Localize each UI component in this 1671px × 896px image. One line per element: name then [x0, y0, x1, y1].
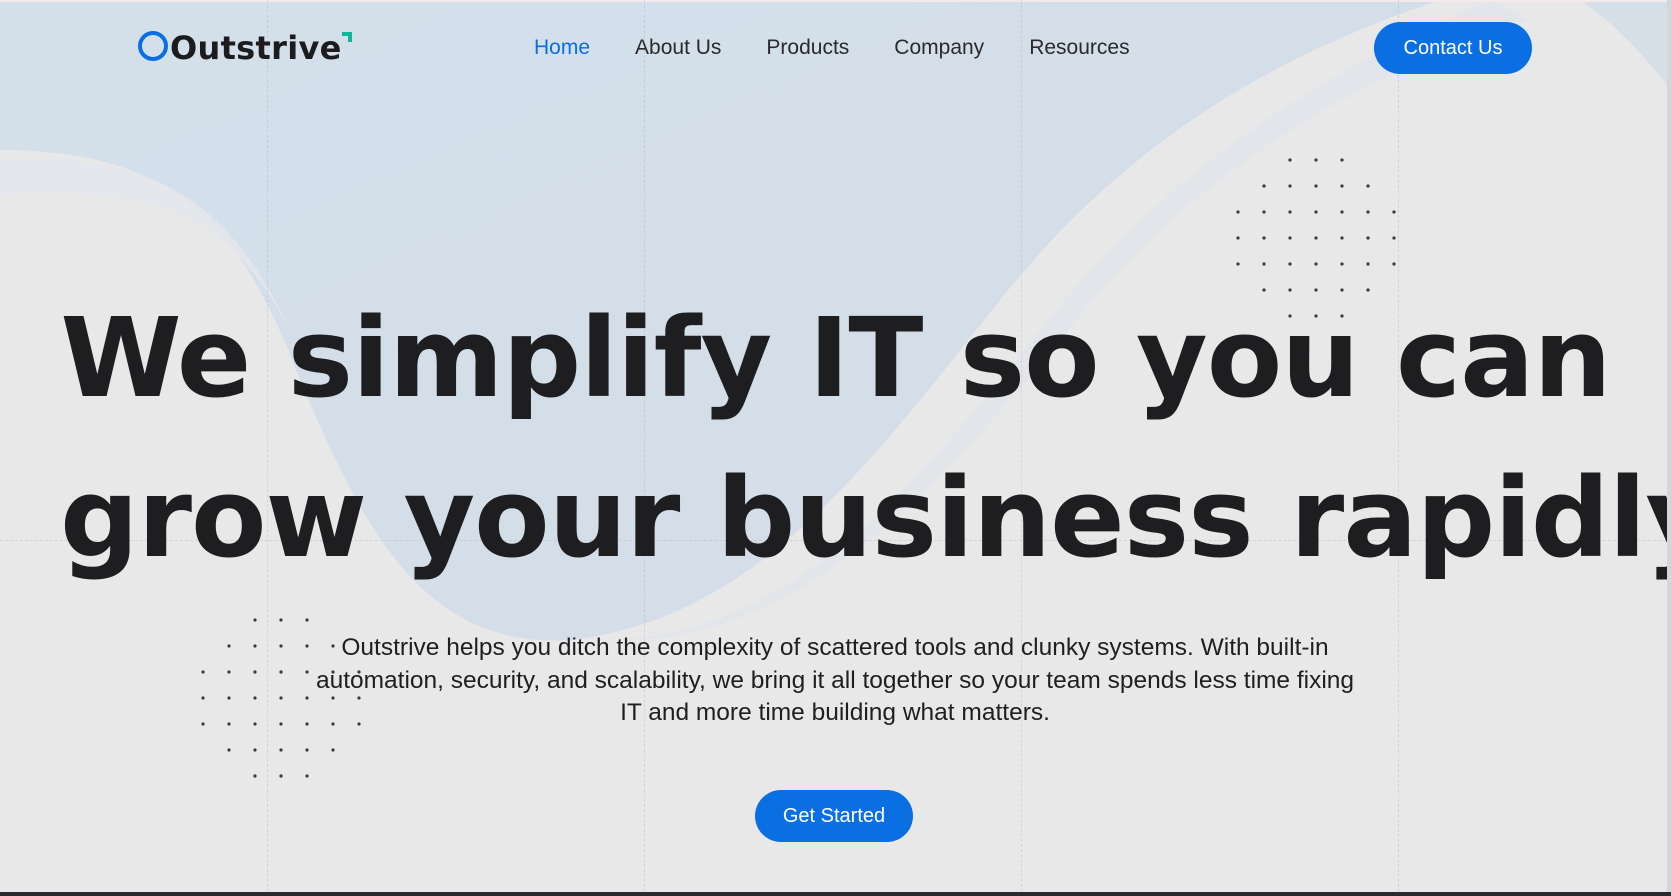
logo-corner-mark-icon [341, 32, 352, 42]
hero-title-line-1: We simplify IT so you can [60, 294, 1611, 422]
hero-description: Outstrive helps you ditch the complexity… [315, 634, 1355, 726]
bottom-edge-strip [0, 892, 1671, 896]
nav-item-about-us[interactable]: About Us [635, 36, 721, 60]
logo-wordmark: Outstrive [170, 28, 352, 68]
hero-title: We simplify IT so you can grow your busi… [60, 278, 1671, 598]
main-nav: Home About Us Products Company Resources [534, 32, 1175, 64]
hero-title-line-2: grow your business rapidly [60, 454, 1671, 582]
nav-item-home[interactable]: Home [534, 36, 590, 60]
scrollbar[interactable] [1667, 0, 1671, 892]
site-header: Outstrive Home About Us Products Company… [0, 0, 1671, 96]
logo-text: Outstrive [170, 29, 342, 67]
logo-ring-icon [138, 31, 168, 61]
nav-item-resources[interactable]: Resources [1029, 36, 1129, 60]
brand-logo[interactable]: Outstrive [138, 28, 352, 68]
nav-item-company[interactable]: Company [894, 36, 984, 60]
get-started-button[interactable]: Get Started [755, 790, 913, 842]
nav-item-products[interactable]: Products [766, 36, 849, 60]
page: Outstrive Home About Us Products Company… [0, 0, 1671, 896]
contact-us-button[interactable]: Contact Us [1374, 22, 1532, 74]
